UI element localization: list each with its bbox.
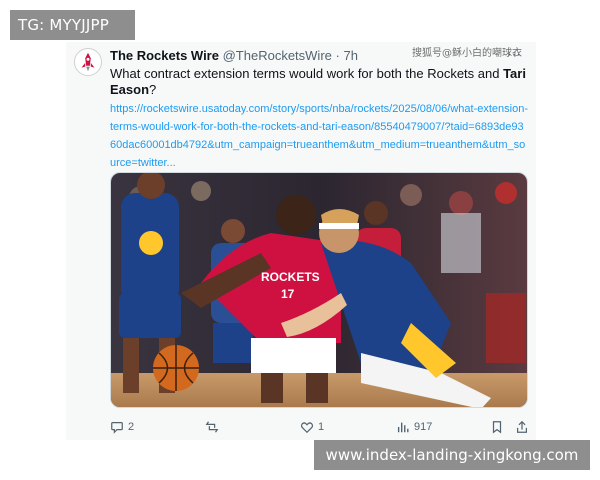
author-handle[interactable]: @TheRocketsWire [223, 48, 332, 63]
reply-count: 2 [128, 421, 135, 433]
like-button[interactable]: 1 [300, 418, 324, 436]
rockets-logo-icon [75, 49, 101, 75]
tweet-card[interactable]: 搜狐号@稣小白的嘲球衣 The Rockets Wire @TheRockets… [66, 42, 536, 440]
bookmark-icon [492, 421, 502, 434]
views-icon [397, 422, 409, 433]
tweet-text: What contract extension terms would work… [110, 66, 526, 98]
reply-icon [111, 422, 123, 434]
tweet-timestamp[interactable]: 7h [343, 48, 357, 63]
reply-button[interactable]: 2 [110, 418, 134, 436]
more-options-icon[interactable]: ⋯ [507, 46, 522, 63]
repost-icon [205, 421, 219, 433]
repost-button[interactable] [205, 418, 223, 436]
url-overlay-label: www.index-landing-xingkong.com [314, 440, 590, 470]
tweet-header: The Rockets Wire @TheRocketsWire · 7h [110, 48, 358, 63]
header-separator: · [335, 48, 340, 63]
article-link[interactable]: https://rocketswire.usatoday.com/story/s… [110, 100, 528, 172]
like-count: 1 [318, 421, 325, 433]
tg-overlay-label: TG: MYYJJPP [10, 10, 135, 40]
tweet-text-bold-first: Tari [503, 66, 526, 81]
basketball-game-photo: ROCKETS 17 [111, 173, 527, 407]
author-name[interactable]: The Rockets Wire [110, 48, 219, 63]
bookmark-button[interactable] [490, 418, 504, 436]
author-avatar[interactable] [74, 48, 102, 76]
source-watermark: 搜狐号@稣小白的嘲球衣 [412, 48, 522, 59]
heart-icon [300, 422, 314, 434]
tweet-actions: 2 1 917 [110, 418, 530, 436]
tweet-photo[interactable]: ROCKETS 17 [110, 172, 528, 408]
tweet-text-plain: What contract extension terms would work… [110, 66, 504, 81]
share-button[interactable] [515, 418, 529, 436]
views-count: 917 [414, 421, 433, 433]
views-button[interactable]: 917 [396, 418, 432, 436]
tweet-text-bold-second: Eason [110, 82, 150, 97]
tweet-text-end: ? [149, 82, 157, 97]
red-jersey-text: ROCKETS [261, 270, 320, 284]
red-jersey-number: 17 [281, 287, 295, 301]
share-icon [517, 420, 527, 433]
